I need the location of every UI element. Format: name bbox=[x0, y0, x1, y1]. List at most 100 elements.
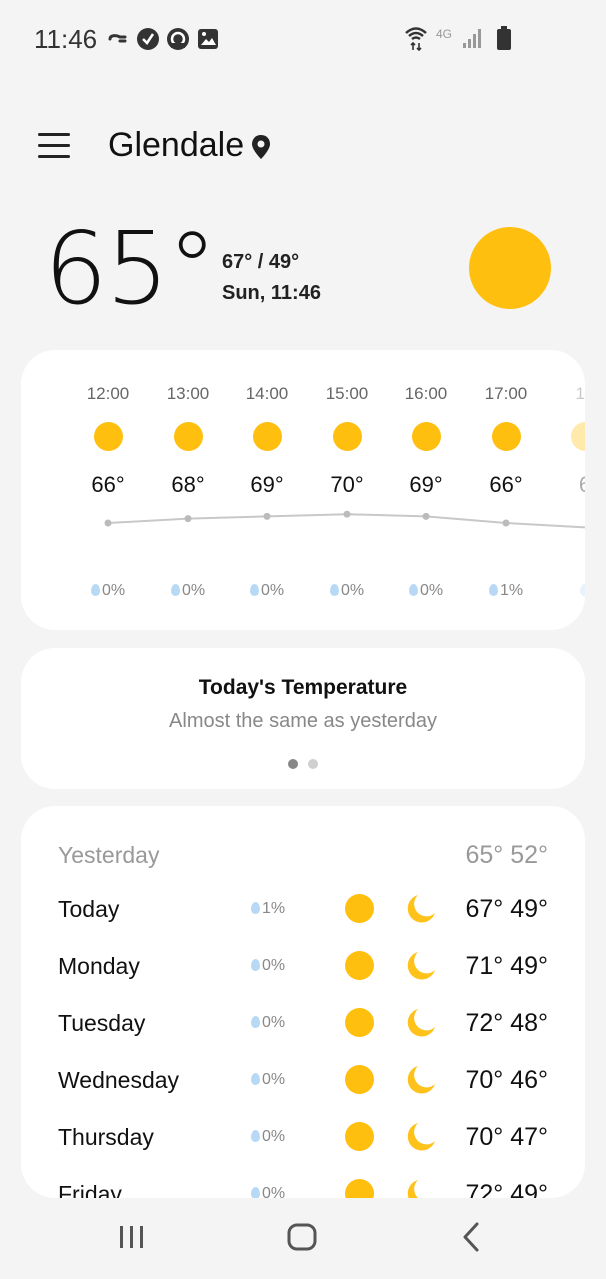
temperature-summary-card[interactable]: Today's Temperature Almost the same as y… bbox=[21, 648, 585, 789]
day-precipitation: 0% bbox=[251, 1185, 285, 1198]
page-dot bbox=[308, 759, 318, 769]
moon-icon bbox=[405, 1178, 437, 1198]
location-pin-icon bbox=[250, 134, 272, 165]
hour-temperature: 69° bbox=[250, 472, 284, 497]
check-circle-icon bbox=[136, 27, 160, 51]
navigation-bar bbox=[0, 1198, 606, 1279]
precip-value: 1% bbox=[262, 900, 286, 917]
day-name: Friday bbox=[58, 1181, 122, 1198]
daily-row[interactable]: Wednesday 0% 70° 46° bbox=[21, 1061, 585, 1101]
day-high-low: 67° 49° bbox=[465, 895, 548, 923]
precip-value: 0% bbox=[262, 1071, 286, 1088]
raindrop-icon bbox=[251, 1130, 260, 1142]
sunny-icon bbox=[469, 227, 551, 309]
daily-row[interactable]: Tuesday 0% 72° 48° bbox=[21, 1004, 585, 1044]
current-date-time: Sun, 11:46 bbox=[222, 282, 321, 304]
trend-point bbox=[263, 512, 271, 520]
day-name: Wednesday bbox=[58, 1067, 180, 1093]
status-bar: 11:46 4G bbox=[0, 0, 606, 80]
hour-precipitation: 0% bbox=[386, 582, 466, 600]
system-icons: 4G bbox=[404, 26, 516, 51]
sunny-icon bbox=[345, 951, 374, 980]
page-indicator bbox=[288, 759, 318, 769]
precip-value: 0% bbox=[262, 1014, 286, 1031]
raindrop-icon bbox=[251, 902, 260, 914]
hour-time: 13:00 bbox=[166, 384, 210, 403]
day-precipitation: 1% bbox=[251, 900, 285, 918]
daily-row[interactable]: Thursday 0% 70° 47° bbox=[21, 1118, 585, 1158]
hour-time: 14:00 bbox=[245, 384, 289, 403]
sunny-icon bbox=[345, 1008, 374, 1037]
precip-value: 0% bbox=[260, 582, 285, 599]
app-circle-icon bbox=[166, 27, 190, 51]
hour-temperature: 6 bbox=[545, 472, 585, 498]
hour-precipitation bbox=[545, 582, 585, 600]
precip-value: 0% bbox=[262, 1128, 286, 1145]
raindrop-icon bbox=[90, 584, 100, 596]
yesterday-temps: 65° 52° bbox=[465, 841, 548, 869]
high-low-temperature: 67° / 49° bbox=[222, 251, 300, 273]
sunny-icon bbox=[94, 422, 123, 451]
hour-temperature: 66° bbox=[91, 472, 125, 497]
moon-icon bbox=[405, 893, 437, 930]
battery-icon bbox=[492, 26, 516, 50]
yesterday-row: Yesterday 65° 52° bbox=[21, 836, 585, 876]
day-precipitation: 0% bbox=[251, 957, 285, 975]
recent-apps-button[interactable] bbox=[118, 1220, 146, 1259]
day-precipitation: 0% bbox=[251, 1071, 285, 1089]
hour-time: 17:00 bbox=[484, 384, 528, 403]
hour-temperature: 69° bbox=[409, 472, 443, 497]
raindrop-icon bbox=[170, 584, 180, 596]
trend-point bbox=[184, 515, 192, 523]
page-dot-active bbox=[288, 759, 298, 769]
back-button[interactable] bbox=[460, 1220, 484, 1259]
raindrop-icon bbox=[408, 584, 418, 596]
hourly-forecast-card[interactable]: 12:00 66° 0% 13:00 68° 0% 14:00 69° 0% 15:00 70° 0%… bbox=[21, 350, 585, 630]
menu-button[interactable] bbox=[38, 133, 70, 161]
hour-temperature: 68° bbox=[171, 472, 205, 497]
yesterday-label: Yesterday bbox=[58, 842, 160, 868]
daily-row[interactable]: Today 1% 67° 49° bbox=[21, 890, 585, 930]
day-name: Tuesday bbox=[58, 1010, 146, 1036]
hour-time: 16:00 bbox=[404, 384, 448, 403]
hour-precipitation: 1% bbox=[466, 582, 546, 600]
day-high-low: 72° 48° bbox=[465, 1009, 548, 1037]
sunny-icon bbox=[345, 894, 374, 923]
day-high-low: 70° 46° bbox=[465, 1066, 548, 1094]
city-name[interactable]: Glendale bbox=[108, 126, 244, 165]
precip-value: 0% bbox=[419, 582, 444, 599]
day-high-low: 72° 49° bbox=[465, 1180, 548, 1198]
precip-value: 0% bbox=[181, 582, 206, 599]
hour-precipitation: 0% bbox=[227, 582, 307, 600]
moon-icon bbox=[405, 1064, 437, 1101]
sunny-icon bbox=[174, 422, 203, 451]
precip-value: 1% bbox=[499, 582, 524, 599]
precip-value: 0% bbox=[340, 582, 365, 599]
moon-icon bbox=[405, 950, 437, 987]
signal-icon bbox=[460, 26, 484, 50]
sunny-icon bbox=[345, 1122, 374, 1151]
menu-icon-bar bbox=[38, 144, 70, 147]
day-high-low: 71° 49° bbox=[465, 952, 548, 980]
daily-row[interactable]: Friday 0% 72° 49° bbox=[21, 1175, 585, 1198]
hour-precipitation: 0% bbox=[148, 582, 228, 600]
day-precipitation: 0% bbox=[251, 1128, 285, 1146]
raindrop-icon bbox=[488, 584, 498, 596]
daily-forecast-card[interactable]: Yesterday 65° 52° Today 1% 67° 49° Monday 0%… bbox=[21, 806, 585, 1198]
raindrop-icon bbox=[251, 1073, 260, 1085]
raindrop-icon bbox=[579, 584, 585, 596]
trend-point bbox=[422, 512, 430, 520]
precip-value: 0% bbox=[262, 957, 286, 974]
home-button[interactable] bbox=[286, 1220, 318, 1259]
day-high-low: 70° 47° bbox=[465, 1123, 548, 1151]
home-icon bbox=[287, 1223, 317, 1251]
daily-row[interactable]: Monday 0% 71° 49° bbox=[21, 947, 585, 987]
hour-precipitation: 0% bbox=[68, 582, 148, 600]
precip-value: 0% bbox=[101, 582, 126, 599]
day-name: Monday bbox=[58, 953, 140, 979]
trend-point bbox=[104, 519, 112, 527]
back-icon bbox=[463, 1222, 479, 1252]
day-precipitation: 0% bbox=[251, 1014, 285, 1032]
raindrop-icon bbox=[251, 1187, 260, 1198]
hour-time: 12:00 bbox=[86, 384, 130, 403]
